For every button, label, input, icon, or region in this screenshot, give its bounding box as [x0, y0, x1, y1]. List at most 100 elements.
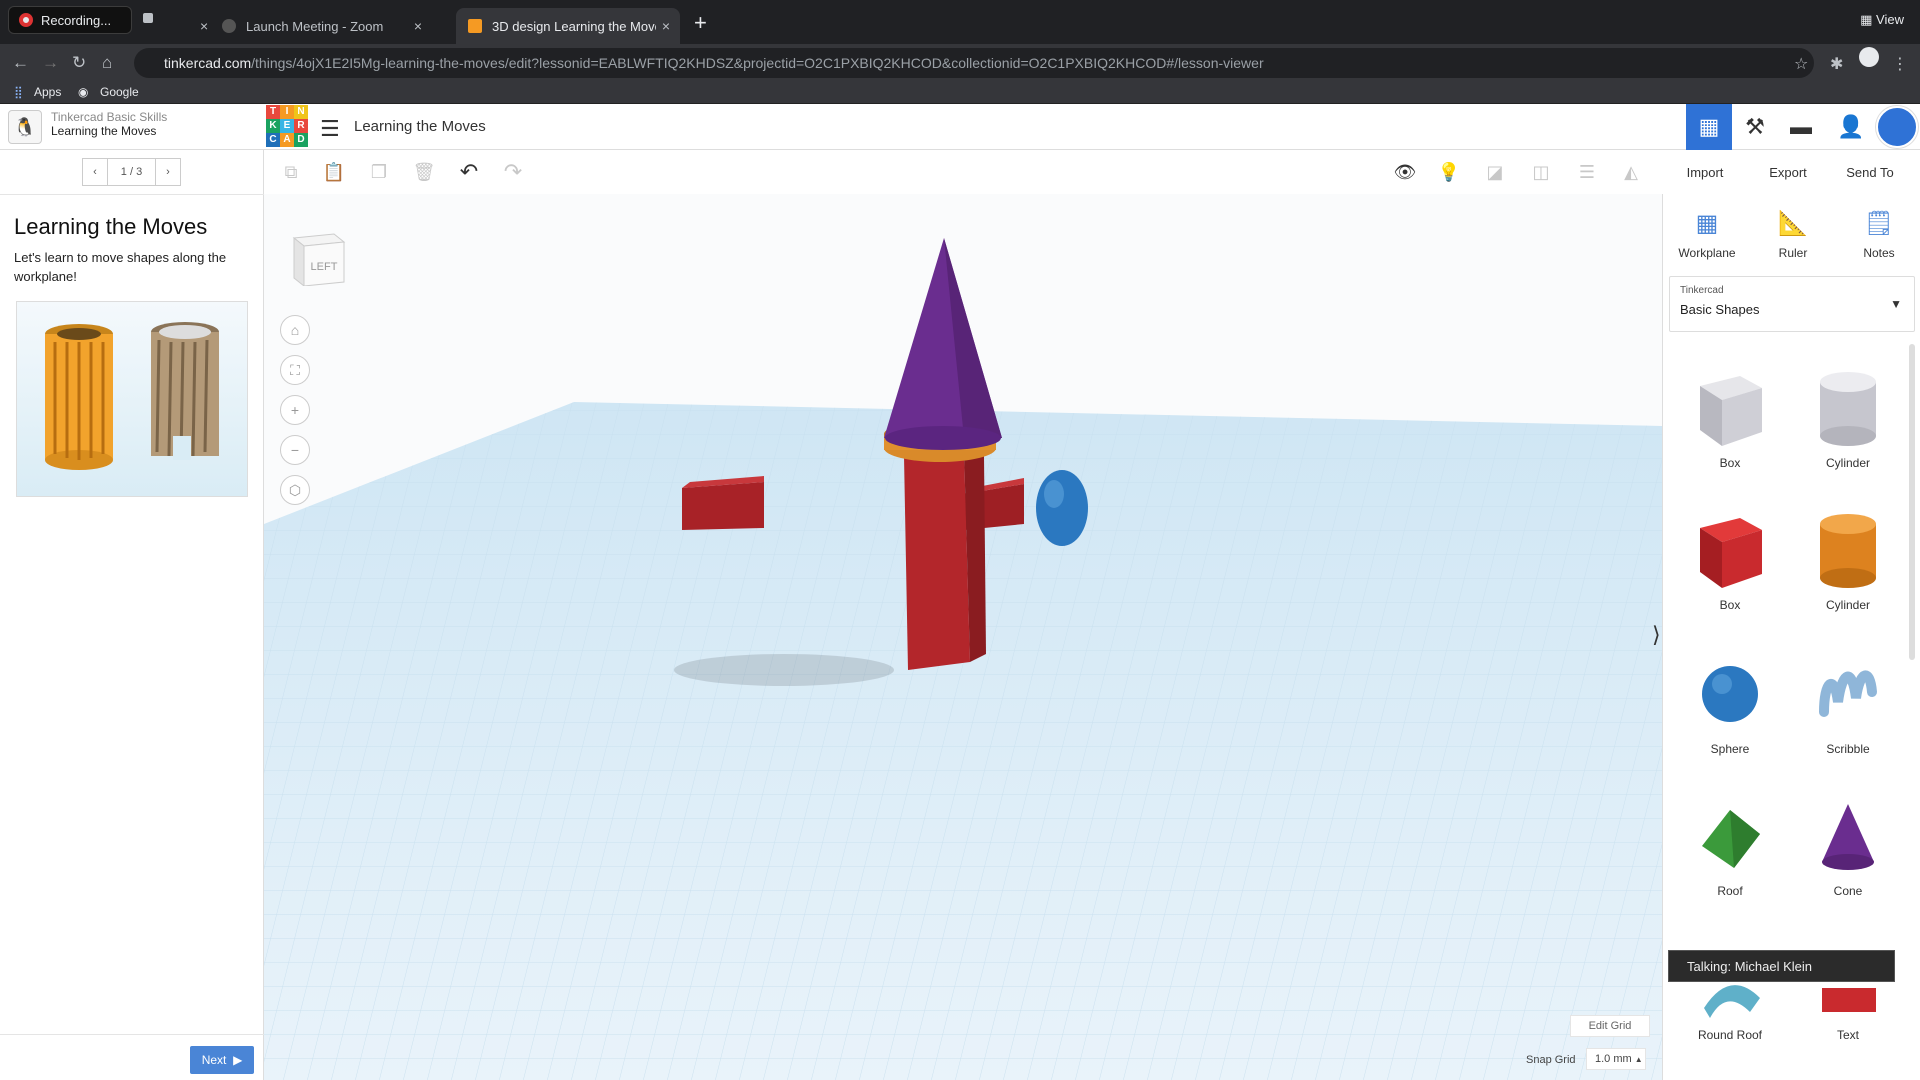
- design-title: Learning the Moves: [354, 118, 486, 135]
- profile-icon[interactable]: [1859, 47, 1879, 67]
- shape-box[interactable]: Box: [1675, 508, 1785, 612]
- tab-zoom[interactable]: × Launch Meeting - Zoom ×: [200, 8, 432, 44]
- shape-library-select[interactable]: Tinkercad Basic Shapes ▼: [1669, 276, 1915, 332]
- 3d-design-view-button[interactable]: ▦: [1686, 104, 1732, 150]
- workplane-button[interactable]: ▦ Workplane: [1667, 206, 1747, 261]
- view-cube[interactable]: LEFT: [288, 224, 346, 286]
- perspective-button[interactable]: ⬡: [280, 475, 310, 505]
- lesson-illustration: [16, 301, 248, 497]
- workplane-icon: ▦: [1695, 209, 1719, 237]
- shape-sphere[interactable]: Sphere: [1675, 652, 1785, 756]
- prev-step-button[interactable]: ‹: [83, 159, 107, 185]
- shape-cone[interactable]: Cone: [1793, 794, 1903, 898]
- workplane-scene[interactable]: [264, 194, 1662, 1080]
- close-tab-icon[interactable]: ×: [200, 18, 208, 34]
- 3d-viewport[interactable]: LEFT ⌂ ⛶ + − ⬡ Edit Grid Snap Grid 1.0 m…: [264, 194, 1662, 1080]
- shape-scribble[interactable]: Scribble: [1793, 652, 1903, 756]
- show-hide-button[interactable]: 👁: [1390, 158, 1420, 186]
- course-title: Tinkercad Basic Skills: [51, 110, 168, 124]
- undo-icon: ↶: [459, 159, 479, 184]
- lesson-heading: Learning the Moves: [14, 214, 208, 239]
- record-icon: [19, 13, 33, 27]
- design-list-icon[interactable]: ☰: [320, 116, 340, 142]
- home-icon[interactable]: ⌂: [102, 53, 112, 73]
- apps-grid-icon: ⣿: [14, 85, 23, 99]
- home-view-button[interactable]: ⌂: [280, 315, 310, 345]
- lightbulb-icon: 💡: [1437, 161, 1461, 182]
- scrollbar[interactable]: [1909, 344, 1915, 660]
- tab-title: Launch Meeting - Zoom: [246, 18, 384, 34]
- redo-button[interactable]: ↷: [498, 158, 528, 186]
- notes-button[interactable]: 🗒 Notes: [1839, 206, 1919, 261]
- box-shape-arm-left[interactable]: [682, 482, 764, 530]
- snap-grid-select[interactable]: 1.0 mm ▲: [1586, 1048, 1646, 1070]
- collapse-panel-icon[interactable]: ⟩: [1652, 622, 1661, 648]
- view-cube-face-label: LEFT: [311, 261, 338, 273]
- bookmark-star-icon[interactable]: ☆: [1794, 54, 1808, 74]
- export-button[interactable]: Export: [1750, 158, 1826, 186]
- ruler-button[interactable]: 📐 Ruler: [1753, 206, 1833, 261]
- url-field[interactable]: tinkercad.com/things/4ojX1E2I5Mg-learnin…: [134, 48, 1814, 78]
- lesson-description: Let's learn to move shapes along the wor…: [14, 250, 227, 284]
- view-button[interactable]: ▦ View: [1860, 12, 1904, 28]
- recording-tab[interactable]: Recording...: [8, 6, 132, 34]
- paste-button[interactable]: 📋: [319, 158, 349, 186]
- edit-grid-button[interactable]: Edit Grid: [1570, 1015, 1650, 1037]
- zoom-in-button[interactable]: +: [280, 395, 310, 425]
- bookmark-google[interactable]: Google: [100, 85, 139, 99]
- blocks-view-button[interactable]: ⚒: [1732, 104, 1778, 150]
- ungroup-icon: ◫: [1532, 161, 1550, 182]
- scribble-icon: [1819, 670, 1877, 717]
- tinkercad-logo[interactable]: TIN KER CAD: [266, 105, 308, 147]
- notes-icon: 🗒: [1863, 209, 1895, 237]
- brick-icon: ▬: [1790, 114, 1812, 139]
- lesson-panel: ‹ 1 / 3 › Learning the Moves Let's learn…: [0, 150, 264, 1080]
- copy-button[interactable]: ⧉: [276, 158, 306, 186]
- fit-view-button[interactable]: ⛶: [280, 355, 310, 385]
- box-shape-body[interactable]: [904, 450, 970, 670]
- next-step-button[interactable]: ›: [156, 159, 180, 185]
- grid-icon: ▦: [1698, 114, 1720, 139]
- bookmarks-bar: ⣿ Apps ◉ Google: [0, 82, 1920, 104]
- pickaxe-icon: ⚒: [1745, 114, 1765, 139]
- paste-icon: 📋: [322, 161, 346, 182]
- zoom-talking-indicator: Talking: Michael Klein: [1668, 950, 1895, 982]
- avatar[interactable]: [1876, 106, 1918, 148]
- delete-button[interactable]: 🗑: [409, 158, 439, 186]
- mirror-button[interactable]: ◭: [1616, 158, 1646, 186]
- import-button[interactable]: Import: [1668, 158, 1742, 186]
- undo-button[interactable]: ↶: [454, 158, 484, 186]
- sphere-shape[interactable]: [1036, 470, 1088, 546]
- cylinder-icon: [1820, 514, 1876, 588]
- redo-icon: ↷: [503, 159, 523, 184]
- roof-icon: [1702, 810, 1760, 868]
- zoom-out-button[interactable]: −: [280, 435, 310, 465]
- bricks-view-button[interactable]: ▬: [1778, 104, 1824, 150]
- extensions-icon[interactable]: ✱: [1830, 54, 1843, 74]
- close-tab-icon[interactable]: ×: [662, 18, 670, 34]
- tab-tinkercad[interactable]: 3D design Learning the Moves ×: [456, 8, 680, 44]
- bookmark-apps[interactable]: Apps: [34, 85, 61, 99]
- close-tab-icon[interactable]: ×: [414, 18, 422, 34]
- ungroup-button[interactable]: ◫: [1526, 158, 1556, 186]
- shape-roof[interactable]: Roof: [1675, 794, 1785, 898]
- shape-cylinder[interactable]: Cylinder: [1793, 508, 1903, 612]
- shape-cylinder-hole[interactable]: Cylinder: [1793, 366, 1903, 470]
- editor-toolbar: ⧉ 📋 ❐ 🗑 ↶ ↷ 👁 💡 ◪ ◫ ☰ ◭: [264, 150, 1662, 194]
- lesson-pager: ‹ 1 / 3 ›: [82, 158, 181, 186]
- reload-icon[interactable]: ↻: [72, 53, 86, 73]
- send-to-button[interactable]: Send To: [1832, 158, 1908, 186]
- align-button[interactable]: ☰: [1572, 158, 1602, 186]
- menu-icon[interactable]: ⋮: [1892, 54, 1908, 74]
- step-select[interactable]: 1 / 3: [107, 159, 156, 185]
- add-user-button[interactable]: 👤: [1828, 104, 1874, 150]
- back-icon[interactable]: ←: [12, 53, 29, 73]
- next-button[interactable]: Next ▶: [190, 1046, 254, 1074]
- group-button[interactable]: ◪: [1480, 158, 1510, 186]
- play-icon: ▶: [233, 1053, 243, 1067]
- duplicate-button[interactable]: ❐: [364, 158, 394, 186]
- shape-box-hole[interactable]: Box: [1675, 366, 1785, 470]
- notes-light-button[interactable]: 💡: [1434, 158, 1464, 186]
- forward-icon[interactable]: →: [42, 53, 59, 73]
- new-tab-icon[interactable]: +: [694, 10, 707, 36]
